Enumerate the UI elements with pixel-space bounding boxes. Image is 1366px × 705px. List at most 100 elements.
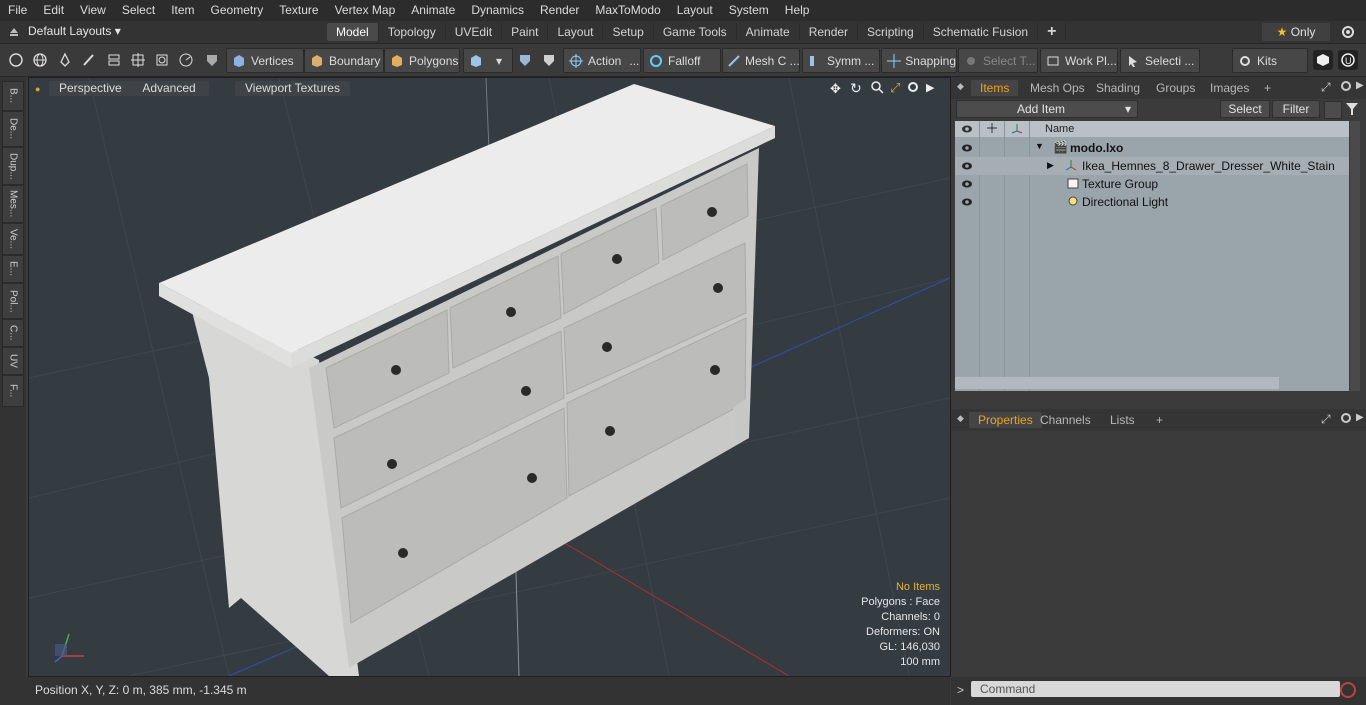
add-properties-tab-icon[interactable]: + [1147,412,1172,428]
menu-view[interactable]: View [72,0,114,21]
collapse-icon[interactable] [1324,101,1342,119]
add-item-button[interactable]: Add Item ▾ [956,100,1138,118]
add-panel-tab-icon[interactable]: + [1255,80,1280,96]
properties-arrow-icon[interactable]: ▶ [1356,412,1364,423]
menu-dynamics[interactable]: Dynamics [463,0,532,21]
viewport-arrow-icon[interactable]: ▶ [926,81,934,94]
visibility-eye-icon[interactable] [961,142,973,154]
work-plane-button[interactable]: Work Pl... [1040,48,1118,73]
falloff-button[interactable]: Falloff [643,48,721,73]
viewport-gear-icon[interactable] [906,80,920,97]
strip-tab-de[interactable]: De... [2,111,24,147]
name-column-header[interactable]: Name [1045,123,1074,135]
list-item[interactable]: ▼ 🎬 modo.lxo [955,139,1349,157]
maximize-icon[interactable]: ⤢ [890,80,900,96]
brush-icon[interactable] [79,50,99,70]
tab-paint[interactable]: Paint [502,23,549,41]
expand-triangle-icon[interactable]: ▼ [1035,141,1044,151]
viewport-textures-button[interactable]: Viewport Textures [235,81,350,96]
zoom-search-icon[interactable] [870,80,884,97]
tab-scripting[interactable]: Scripting [858,23,924,41]
tab-uvedit[interactable]: UVEdit [446,23,503,41]
visibility-eye-icon[interactable] [961,178,973,190]
properties-menu-dot-icon[interactable]: ◆ [957,413,964,424]
3d-viewport[interactable]: ● Perspective Advanced Viewport Textures… [28,77,951,677]
properties-gear-icon[interactable] [1339,411,1353,428]
snap-shield-icon[interactable] [515,50,535,70]
only-button[interactable]: ★ Only [1262,23,1330,41]
settings-gear-icon[interactable] [1340,24,1356,43]
menu-animate[interactable]: Animate [403,0,463,21]
tab-game-tools[interactable]: Game Tools [654,23,737,41]
tab-setup[interactable]: Setup [603,23,654,41]
grid-center-icon[interactable] [128,50,148,70]
advanced-button[interactable]: Advanced [129,81,209,96]
tab-channels[interactable]: Channels [1031,412,1100,428]
select-circle-icon[interactable] [6,50,26,70]
tab-schematic-fusion[interactable]: Schematic Fusion [924,23,1039,41]
strip-tab-f[interactable]: F... [2,375,24,407]
panel-arrow-icon[interactable]: ▶ [1356,80,1364,91]
polygons-button[interactable]: Polygons [384,48,460,73]
strip-tab-e[interactable]: E... [2,255,24,283]
horizontal-scrollbar[interactable] [955,377,1279,389]
globe-icon[interactable] [30,50,50,70]
layout-select[interactable]: Default Layouts ▾ [28,24,121,38]
perspective-button[interactable]: Perspective [49,81,132,96]
square-target-icon[interactable] [152,50,172,70]
menu-layout[interactable]: Layout [669,0,721,21]
shield-icon[interactable] [202,50,222,70]
clock-icon[interactable] [176,50,196,70]
collapsed-triangle-icon[interactable]: ▶ [1047,160,1054,171]
tab-render[interactable]: Render [800,23,859,41]
visibility-eye-icon[interactable] [961,160,973,172]
tab-lists[interactable]: Lists [1101,412,1144,428]
select-through-button[interactable]: Select T... [958,48,1038,73]
rotate-icon[interactable]: ↻ [850,80,862,97]
menu-help[interactable]: Help [777,0,818,21]
panel-expand-icon[interactable]: ⤢ [1321,80,1331,95]
vertices-button[interactable]: Vertices [226,48,304,73]
list-item[interactable]: Texture Group [955,175,1349,193]
tab-groups[interactable]: Groups [1147,80,1204,96]
action-button[interactable]: Action... [563,48,641,73]
menu-item[interactable]: Item [163,0,202,21]
tab-layout[interactable]: Layout [548,23,604,41]
layout-collapse-icon[interactable] [8,24,20,41]
tab-mesh-ops[interactable]: Mesh Ops [1021,80,1094,96]
strip-tab-b[interactable]: B... [2,81,24,111]
menu-render[interactable]: Render [532,0,587,21]
record-icon[interactable] [1339,681,1357,702]
symmetry-button[interactable]: Symm ... [802,48,880,73]
menu-select[interactable]: Select [114,0,163,21]
menu-texture[interactable]: Texture [271,0,326,21]
menu-system[interactable]: System [721,0,777,21]
menu-maxtomodo[interactable]: MaxToModo [587,0,668,21]
tab-topology[interactable]: Topology [379,23,446,41]
strip-tab-pol[interactable]: Pol... [2,283,24,319]
snapping-button[interactable]: Snapping [881,48,957,73]
selection-button[interactable]: Selecti ... [1120,48,1200,73]
modo-logo-icon[interactable] [1313,50,1333,70]
visibility-eye-icon[interactable] [961,196,973,208]
strip-tab-c[interactable]: C... [2,319,24,347]
funnel-filter-icon[interactable] [1345,101,1359,120]
tab-animate[interactable]: Animate [737,23,800,41]
strip-tab-uv[interactable]: UV [2,347,24,375]
tab-model[interactable]: Model [327,23,379,41]
symmetry-shield-icon[interactable] [539,50,559,70]
boundary-button[interactable]: Boundary [304,48,384,73]
item-mode-button[interactable]: ▾ [463,48,513,73]
tab-shading[interactable]: Shading [1087,80,1149,96]
tab-images[interactable]: Images [1201,80,1258,96]
strip-tab-ve[interactable]: Ve... [2,223,24,255]
unreal-logo-icon[interactable]: U [1338,50,1358,70]
items-list[interactable]: Name ▼ 🎬 modo.lxo ▶ Ikea_Hemnes_8_Drawer… [955,121,1349,391]
filter-button[interactable]: Filter [1272,100,1320,118]
panel-menu-dot-icon[interactable]: ◆ [957,81,964,92]
menu-file[interactable]: File [0,0,35,21]
kits-button[interactable]: Kits [1232,48,1308,73]
menu-edit[interactable]: Edit [35,0,72,21]
vertical-scrollbar[interactable] [1350,121,1360,391]
strip-tab-mes[interactable]: Mes... [2,185,24,223]
